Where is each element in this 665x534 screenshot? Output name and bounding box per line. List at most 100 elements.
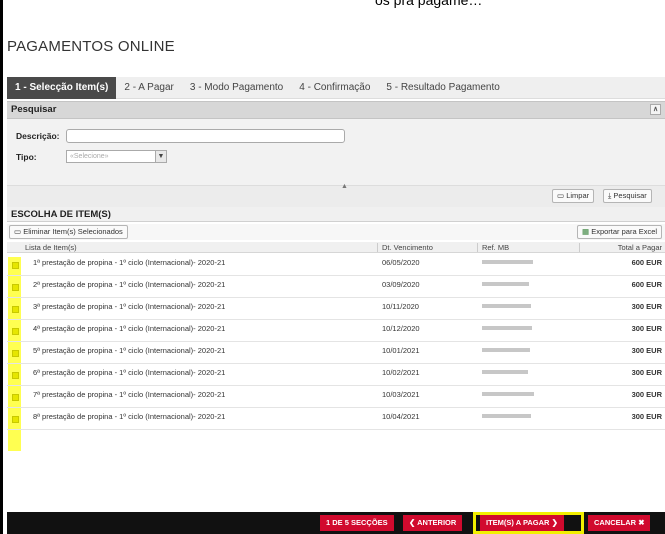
row-checkbox[interactable] — [12, 328, 19, 335]
column-divider — [579, 243, 580, 252]
table-row[interactable]: 1ª prestação de propina - 1º ciclo (Inte… — [7, 254, 665, 276]
row-due-date: 10/03/2021 — [382, 390, 420, 399]
row-due-date: 10/11/2020 — [382, 302, 419, 311]
row-item: 6ª prestação de propina - 1º ciclo (Inte… — [33, 368, 226, 377]
column-header-total[interactable]: Total a Pagar — [618, 242, 662, 253]
row-item: 5ª prestação de propina - 1º ciclo (Inte… — [33, 346, 226, 355]
next-button-label: ITEM(S) A PAGAR — [486, 518, 550, 527]
remove-selected-button[interactable]: ▭ Eliminar Item(s) Selecionados — [9, 225, 128, 239]
wizard-footer: 1 DE 5 SECÇÕES ❮ ANTERIOR ITEM(S) A PAGA… — [7, 512, 665, 534]
column-header-items[interactable]: Lista de Item(s) — [25, 242, 77, 253]
row-item: 1ª prestação de propina - 1º ciclo (Inte… — [33, 258, 226, 267]
selection-toolbar: ▭ Eliminar Item(s) Selecionados ▦ Export… — [7, 224, 665, 240]
collapse-icon[interactable]: ∧ — [650, 104, 661, 115]
tab-to-pay[interactable]: 2 - A Pagar — [116, 77, 181, 99]
table-row[interactable]: 3ª prestação de propina - 1º ciclo (Inte… — [7, 298, 665, 320]
export-excel-label: Exportar para Excel — [591, 227, 658, 236]
table-row[interactable]: 2ª prestação de propina - 1º ciclo (Inte… — [7, 276, 665, 298]
tab-payment-result[interactable]: 5 - Resultado Pagamento — [378, 77, 507, 99]
column-divider — [477, 243, 478, 252]
search-button[interactable]: ⤓ Pesquisar — [603, 189, 652, 203]
close-icon: ✖ — [638, 518, 645, 527]
table-row[interactable]: 8ª prestação de propina - 1º ciclo (Inte… — [7, 408, 665, 430]
row-amount: 300 EUR — [631, 346, 662, 355]
wizard-tabs: 1 - Selecção Item(s) 2 - A Pagar 3 - Mod… — [7, 77, 665, 99]
row-due-date: 10/12/2020 — [382, 324, 420, 333]
tipo-select-value: «Selecione» — [70, 153, 109, 160]
table-row[interactable]: 6ª prestação de propina - 1º ciclo (Inte… — [7, 364, 665, 386]
row-amount: 300 EUR — [631, 390, 662, 399]
export-excel-button[interactable]: ▦ Exportar para Excel — [577, 225, 663, 239]
chevron-up-icon: ▲ — [341, 183, 348, 190]
tipo-select[interactable]: «Selecione» ▼ — [66, 150, 167, 163]
column-header-due-date[interactable]: Dt. Vencimento — [382, 242, 433, 253]
column-header-ref-mb[interactable]: Ref. MB — [482, 242, 509, 253]
row-amount: 300 EUR — [631, 412, 662, 421]
row-due-date: 10/04/2021 — [382, 412, 420, 421]
remove-selected-label: Eliminar Item(s) Selecionados — [23, 227, 123, 236]
descricao-label: Descrição: — [16, 131, 60, 141]
search-button-label: Pesquisar — [613, 191, 647, 200]
selection-section-title: ESCOLHA DE ITEM(S) — [7, 207, 665, 222]
eraser-icon: ▭ — [557, 191, 565, 200]
row-amount: 300 EUR — [631, 302, 662, 311]
row-ref-redacted — [482, 260, 533, 264]
row-ref-redacted — [482, 348, 530, 352]
row-checkbox[interactable] — [12, 284, 19, 291]
tab-item-selection[interactable]: 1 - Selecção Item(s) — [7, 77, 117, 99]
search-panel-title: Pesquisar — [11, 104, 57, 115]
search-icon: ⤓ — [608, 191, 612, 200]
search-action-bar: ▲ ▭ Limpar ⤓ Pesquisar — [7, 183, 665, 207]
row-item: 8ª prestação de propina - 1º ciclo (Inte… — [33, 412, 226, 421]
sections-indicator: 1 DE 5 SECÇÕES — [320, 515, 394, 531]
tab-confirmation[interactable]: 4 - Confirmação — [291, 77, 378, 99]
clear-button-label: Limpar — [566, 191, 590, 200]
table-row[interactable]: 4ª prestação de propina - 1º ciclo (Inte… — [7, 320, 665, 342]
row-checkbox[interactable] — [12, 394, 19, 401]
column-divider — [377, 243, 378, 252]
row-amount: 300 EUR — [631, 368, 662, 377]
row-amount: 600 EUR — [631, 258, 662, 267]
row-item: 3ª prestação de propina - 1º ciclo (Inte… — [33, 302, 226, 311]
row-ref-redacted — [482, 392, 534, 396]
descricao-input[interactable] — [66, 129, 345, 143]
row-due-date: 06/05/2020 — [382, 258, 420, 267]
row-checkbox[interactable] — [12, 306, 19, 313]
row-due-date: 10/02/2021 — [382, 368, 420, 377]
header-snippet: os pra pagame… — [375, 0, 483, 8]
row-ref-redacted — [482, 304, 531, 308]
table-row[interactable]: 5ª prestação de propina - 1º ciclo (Inte… — [7, 342, 665, 364]
eraser-icon: ▭ — [14, 227, 22, 236]
page-title: PAGAMENTOS ONLINE — [7, 38, 175, 55]
row-checkbox[interactable] — [12, 372, 19, 379]
tipo-label: Tipo: — [16, 152, 37, 162]
chevron-right-icon: ❯ — [551, 518, 558, 527]
row-ref-redacted — [482, 414, 531, 418]
row-item: 2ª prestação de propina - 1º ciclo (Inte… — [33, 280, 226, 289]
row-checkbox[interactable] — [12, 416, 19, 423]
items-table-header: Lista de Item(s) Dt. Vencimento Ref. MB … — [7, 242, 665, 253]
row-checkbox[interactable] — [12, 350, 19, 357]
search-panel-header: Pesquisar ∧ — [7, 101, 665, 119]
excel-icon: ▦ — [582, 227, 590, 236]
row-item: 7ª prestação de propina - 1º ciclo (Inte… — [33, 390, 226, 399]
row-checkbox[interactable] — [12, 262, 19, 269]
row-ref-redacted — [482, 370, 528, 374]
cancel-button-label: CANCELAR — [594, 518, 637, 527]
tab-payment-mode[interactable]: 3 - Modo Pagamento — [182, 77, 291, 99]
table-row[interactable]: 7ª prestação de propina - 1º ciclo (Inte… — [7, 386, 665, 408]
row-ref-redacted — [482, 282, 529, 286]
next-button[interactable]: ITEM(S) A PAGAR ❯ — [480, 515, 564, 531]
chevron-left-icon: ❮ — [409, 518, 416, 527]
row-amount: 300 EUR — [631, 324, 662, 333]
search-panel: Descrição: Tipo: «Selecione» ▼ — [7, 119, 665, 185]
chevron-down-icon: ▼ — [155, 151, 166, 162]
row-amount: 600 EUR — [631, 280, 662, 289]
cancel-button[interactable]: CANCELAR ✖ — [588, 515, 651, 531]
previous-button[interactable]: ❮ ANTERIOR — [403, 515, 463, 531]
top-edge — [0, 0, 665, 534]
previous-button-label: ANTERIOR — [417, 518, 457, 527]
clear-button[interactable]: ▭ Limpar — [552, 189, 595, 203]
row-ref-redacted — [482, 326, 532, 330]
row-due-date: 03/09/2020 — [382, 280, 420, 289]
